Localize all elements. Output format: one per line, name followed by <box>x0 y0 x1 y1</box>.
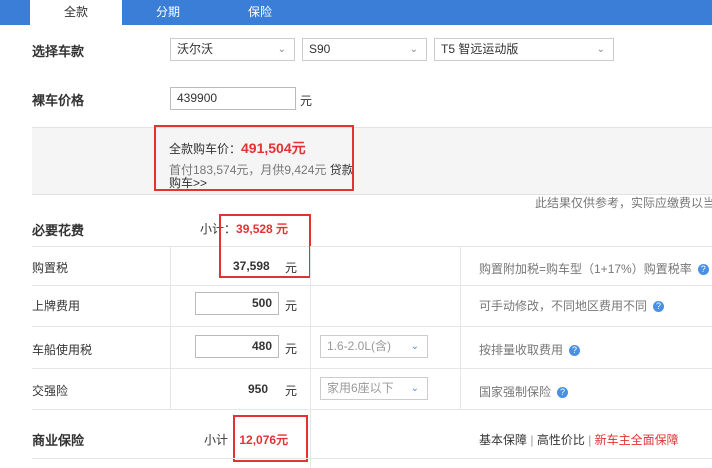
brand-select[interactable]: 沃尔沃 ⌄ <box>170 38 295 61</box>
purchase-tax-note: 购置附加税=购车型（1+17%）购置税率? <box>479 260 709 277</box>
chevron-down-icon: ⌄ <box>596 44 605 55</box>
choose-model-label: 选择车款 <box>32 44 85 59</box>
plate-fee-note: 可手动修改，不同地区费用不同? <box>479 297 665 314</box>
vessel-tax-label: 车船使用税 <box>32 343 93 357</box>
series-select-value: S90 <box>309 42 331 56</box>
plan-full-link[interactable]: 新车主全面保障 <box>595 433 679 447</box>
displacement-select-value: 1.6-2.0L(含) <box>327 339 392 353</box>
seat-type-select-value: 家用6座以下 <box>327 381 394 395</box>
seat-type-select[interactable]: 家用6座以下 ⌄ <box>320 377 428 400</box>
help-icon[interactable]: ? <box>653 301 665 313</box>
commercial-subtotal-label: 小计 <box>204 433 229 447</box>
insurance-plan-links: 基本保障 | 高性价比 | 新车主全面保障 <box>479 431 679 448</box>
chevron-down-icon: ⌄ <box>410 383 419 394</box>
chevron-down-icon: ⌄ <box>410 341 419 352</box>
trim-select[interactable]: T5 智远运动版 ⌄ <box>434 38 614 61</box>
vessel-tax-note-text: 按排量收取费用 <box>479 343 564 357</box>
bare-price-input[interactable]: 439900 <box>170 87 296 110</box>
vessel-tax-input[interactable]: 480 <box>195 335 279 358</box>
tab-bar: 全款 分期 保险 <box>0 0 712 25</box>
link-separator: | <box>530 433 534 447</box>
divider <box>32 285 712 286</box>
vessel-tax-note: 按排量收取费用? <box>479 341 581 358</box>
help-icon[interactable]: ? <box>569 345 581 357</box>
compulsory-insurance-unit: 元 <box>285 384 298 398</box>
compulsory-insurance-label: 交强险 <box>32 384 69 398</box>
summary-panel <box>32 127 712 195</box>
vessel-tax-unit: 元 <box>285 342 298 356</box>
tab-insurance[interactable]: 保险 <box>214 0 306 25</box>
required-highlight-box <box>219 214 311 278</box>
series-select[interactable]: S90 ⌄ <box>302 38 427 61</box>
required-costs-label: 必要花费 <box>32 223 85 238</box>
column-divider <box>310 246 311 468</box>
column-divider <box>460 246 461 409</box>
plate-fee-input[interactable]: 500 <box>195 292 279 315</box>
divider <box>32 326 712 327</box>
total-highlight-box <box>154 125 354 191</box>
purchase-tax-label: 购置税 <box>32 261 69 275</box>
tab-installment[interactable]: 分期 <box>122 0 214 25</box>
help-icon[interactable]: ? <box>697 264 709 276</box>
disclaimer-text: 此结果仅供参考，实际应缴费以当 <box>535 196 712 210</box>
plate-fee-note-text: 可手动修改，不同地区费用不同 <box>479 299 648 313</box>
commercial-highlight-box <box>233 415 308 462</box>
compulsory-insurance-value: 950 <box>248 382 269 396</box>
plate-fee-label: 上牌费用 <box>32 299 81 313</box>
bare-price-unit: 元 <box>300 94 313 108</box>
compulsory-insurance-note: 国家强制保险? <box>479 383 569 400</box>
divider <box>32 246 712 247</box>
brand-select-value: 沃尔沃 <box>177 42 214 56</box>
trim-select-value: T5 智远运动版 <box>441 42 519 56</box>
commercial-insurance-label: 商业保险 <box>32 433 85 448</box>
divider <box>32 458 712 459</box>
plan-value-link[interactable]: 高性价比 <box>537 433 585 447</box>
divider <box>32 368 712 369</box>
help-icon[interactable]: ? <box>557 387 569 399</box>
chevron-down-icon: ⌄ <box>409 44 418 55</box>
chevron-down-icon: ⌄ <box>277 44 286 55</box>
purchase-tax-note-text: 购置附加税=购车型（1+17%）购置税率 <box>479 262 692 276</box>
plan-basic-link[interactable]: 基本保障 <box>479 433 527 447</box>
displacement-select[interactable]: 1.6-2.0L(含) ⌄ <box>320 335 428 358</box>
bare-price-label: 裸车价格 <box>32 93 85 108</box>
divider <box>32 409 712 410</box>
tab-full-payment[interactable]: 全款 <box>30 0 122 25</box>
plate-fee-unit: 元 <box>285 299 298 313</box>
compulsory-insurance-note-text: 国家强制保险 <box>479 385 552 399</box>
column-divider <box>170 246 171 409</box>
link-separator: | <box>588 433 592 447</box>
